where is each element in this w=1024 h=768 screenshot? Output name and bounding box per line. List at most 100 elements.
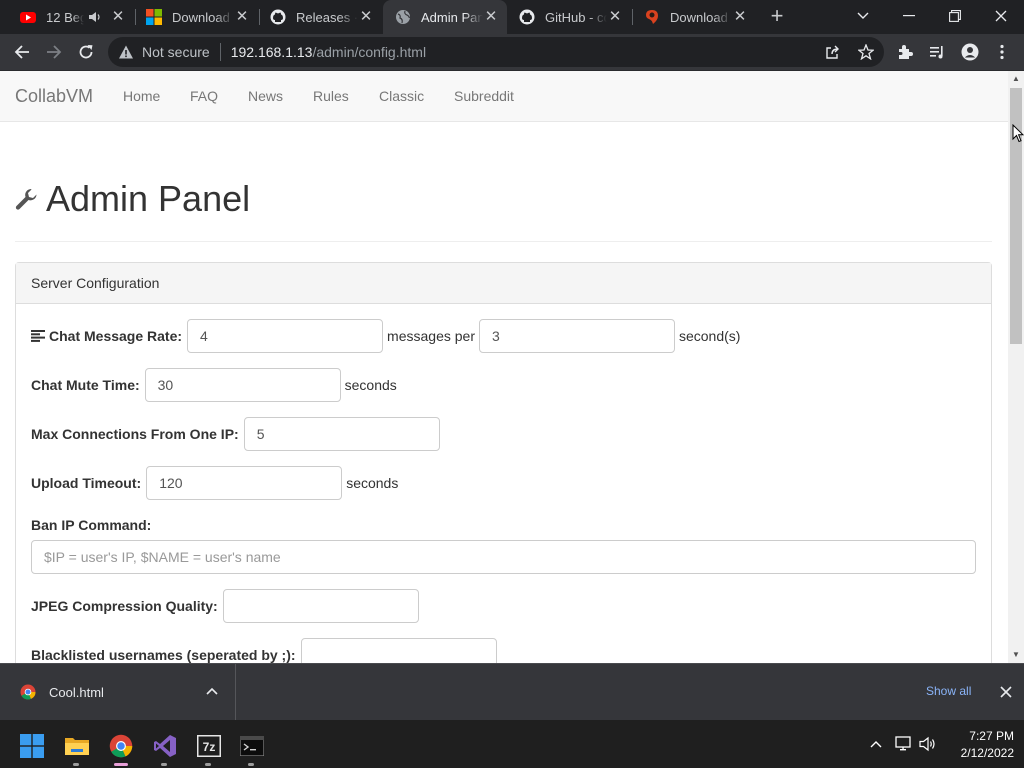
- new-tab-button[interactable]: +: [764, 5, 790, 29]
- network-icon[interactable]: [894, 734, 914, 754]
- restore-button[interactable]: [932, 0, 978, 32]
- forward-button[interactable]: [39, 37, 69, 67]
- close-tab-icon[interactable]: ✕: [234, 9, 250, 25]
- active-indicator: [114, 763, 128, 766]
- minimize-button[interactable]: [886, 0, 932, 32]
- 7zip-icon: 7z: [197, 735, 221, 757]
- ban-command-label: Ban IP Command:: [31, 517, 152, 533]
- download-shelf: Cool.html Show all: [0, 663, 1024, 720]
- chat-rate-row: Chat Message Rate: messages per second(s…: [31, 319, 740, 353]
- bookmark-star-icon[interactable]: [851, 37, 881, 67]
- tab-strip: 12 Beginner ✕ Download Windows ✕ Release…: [0, 0, 1024, 34]
- tab-github[interactable]: GitHub - computernewb ✕: [507, 0, 631, 34]
- security-label[interactable]: Not secure: [142, 44, 210, 60]
- show-all-button[interactable]: Show all: [926, 684, 971, 698]
- show-hidden-icons-chevron-icon[interactable]: [866, 734, 886, 754]
- taskbar-terminal[interactable]: [234, 728, 270, 766]
- max-connections-label: Max Connections From One IP:: [31, 426, 239, 442]
- tab-download-windows[interactable]: Download Windows ✕: [134, 0, 258, 34]
- browser-toolbar: Not secure 192.168.1.13/admin/config.htm…: [0, 34, 1024, 71]
- blacklist-label: Blacklisted usernames (seperated by ;):: [31, 647, 296, 663]
- clock-date: 2/12/2022: [960, 746, 1014, 760]
- download-item[interactable]: Cool.html: [0, 664, 236, 720]
- tab-releases[interactable]: Releases · computernewb ✕: [258, 0, 382, 34]
- blacklist-input[interactable]: [300, 638, 497, 663]
- speaker-icon[interactable]: [88, 10, 102, 24]
- taskbar-file-explorer[interactable]: [59, 728, 95, 766]
- running-indicator: [161, 763, 167, 766]
- taskbar-chrome[interactable]: [103, 728, 139, 766]
- youtube-icon: [20, 12, 36, 23]
- tab-youtube[interactable]: 12 Beginner ✕: [8, 0, 134, 34]
- ban-command-input[interactable]: [31, 540, 976, 574]
- upload-timeout-input[interactable]: [146, 466, 343, 500]
- start-button[interactable]: [14, 728, 50, 764]
- scroll-up-arrow-icon[interactable]: ▲: [1008, 71, 1024, 87]
- tab-title: Releases · computernewb: [296, 9, 358, 25]
- close-tab-icon[interactable]: ✕: [732, 9, 748, 25]
- close-icon[interactable]: [997, 683, 1015, 701]
- address-bar[interactable]: Not secure 192.168.1.13/admin/config.htm…: [108, 37, 884, 67]
- globe-icon: [396, 10, 411, 24]
- nav-classic[interactable]: Classic: [379, 88, 424, 104]
- extensions-icon[interactable]: [890, 37, 920, 67]
- seconds-suffix: second(s): [678, 328, 741, 344]
- nav-rules[interactable]: Rules: [313, 88, 349, 104]
- mute-time-input[interactable]: [144, 368, 341, 402]
- forward-arrow-icon: [47, 45, 62, 59]
- taskbar-visual-studio[interactable]: [147, 728, 183, 766]
- nav-news[interactable]: News: [248, 88, 283, 104]
- start-icon: [20, 734, 44, 758]
- site-navbar: CollabVM Home FAQ News Rules Classic Sub…: [0, 71, 1008, 122]
- app-icon: [646, 10, 658, 24]
- tab-download-7zip[interactable]: Download 7-Zip ✕: [632, 0, 756, 34]
- terminal-icon: [240, 736, 264, 756]
- close-tab-icon[interactable]: ✕: [110, 9, 126, 25]
- page-title: Admin Panel: [14, 178, 250, 220]
- close-window-button[interactable]: [978, 0, 1024, 32]
- profile-icon[interactable]: [955, 37, 985, 67]
- chat-rate-messages-input[interactable]: [187, 319, 384, 353]
- tab-admin-panel[interactable]: Admin Panel ✕: [383, 0, 507, 34]
- tab-title: Download 7-Zip: [670, 9, 732, 25]
- upload-timeout-label: Upload Timeout:: [31, 475, 142, 491]
- download-filename: Cool.html: [49, 684, 104, 700]
- close-tab-icon[interactable]: ✕: [483, 9, 499, 25]
- warning-icon[interactable]: [118, 44, 134, 60]
- file-explorer-icon: [65, 738, 89, 755]
- chevron-up-icon[interactable]: [204, 684, 220, 700]
- share-icon[interactable]: [818, 37, 848, 67]
- jpeg-quality-input[interactable]: [222, 589, 419, 623]
- site-brand[interactable]: CollabVM: [15, 86, 93, 107]
- nav-faq[interactable]: FAQ: [190, 88, 218, 104]
- address-host[interactable]: 192.168.1.13: [231, 44, 313, 60]
- chat-rate-seconds-input[interactable]: [478, 319, 675, 353]
- scroll-down-arrow-icon[interactable]: ▼: [1008, 647, 1024, 663]
- running-indicator: [73, 763, 79, 766]
- back-button[interactable]: [7, 37, 37, 67]
- running-indicator: [205, 763, 211, 766]
- close-tab-icon[interactable]: ✕: [358, 9, 374, 25]
- nav-home[interactable]: Home: [123, 88, 160, 104]
- reload-icon: [79, 45, 93, 59]
- github-icon: [270, 9, 286, 25]
- reload-button[interactable]: [71, 37, 101, 67]
- volume-icon[interactable]: [918, 734, 938, 754]
- tab-title: GitHub - computernewb: [545, 9, 607, 25]
- tab-title: 12 Beginner: [46, 9, 84, 25]
- address-path[interactable]: /admin/config.html: [312, 44, 426, 60]
- taskbar-7zip[interactable]: 7z: [191, 728, 227, 766]
- chrome-file-icon: [20, 684, 36, 700]
- max-connections-input[interactable]: [243, 417, 440, 451]
- page-heading: Admin Panel: [46, 178, 251, 219]
- close-tab-icon[interactable]: ✕: [607, 9, 623, 25]
- menu-kebab-icon[interactable]: [987, 37, 1017, 67]
- media-control-icon[interactable]: [922, 37, 952, 67]
- chrome-icon: [109, 734, 133, 758]
- tab-search-icon[interactable]: [840, 0, 886, 32]
- system-clock[interactable]: 7:27 PM 2/12/2022: [944, 728, 1014, 762]
- page-scrollbar[interactable]: ▲ ▼: [1008, 71, 1024, 663]
- seconds-suffix: seconds: [346, 475, 399, 491]
- seconds-suffix: seconds: [344, 377, 397, 393]
- nav-subreddit[interactable]: Subreddit: [454, 88, 514, 104]
